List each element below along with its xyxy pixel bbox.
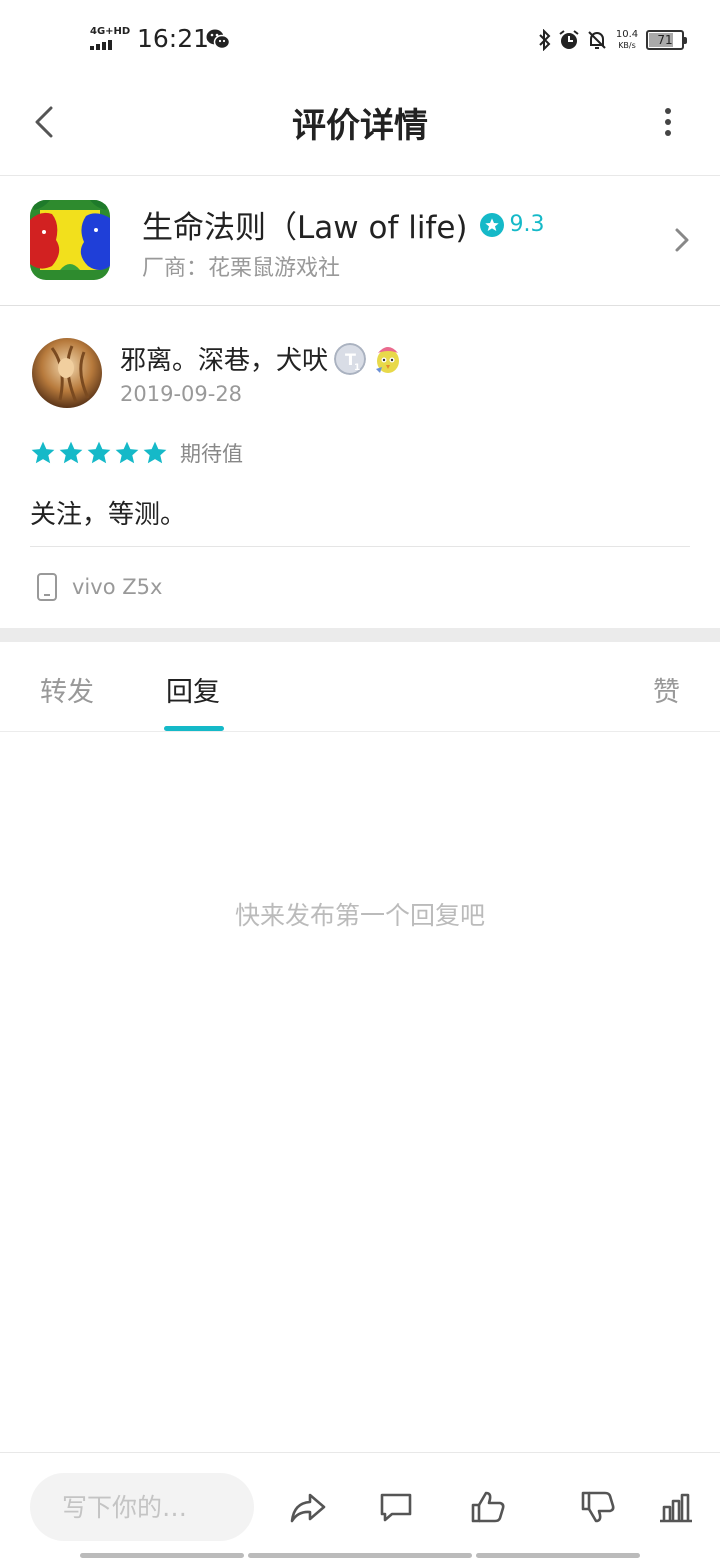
star-icon	[143, 441, 167, 464]
status-right-icons: 10.4 KB/s 71	[538, 26, 687, 54]
app-icon[interactable]	[30, 200, 110, 280]
level-badge-icon: T 1	[334, 342, 367, 375]
star-icon	[59, 441, 83, 464]
review-text: 关注，等测。	[30, 500, 187, 530]
top-app-bar: 评价详情	[0, 80, 720, 176]
svg-text:1: 1	[354, 363, 360, 373]
rating-label: 期待值	[180, 442, 243, 466]
thumbs-down-icon[interactable]	[578, 1487, 618, 1527]
app-name: 生命法则（Law of life)	[142, 210, 468, 246]
active-tab-indicator	[164, 726, 224, 731]
share-icon[interactable]	[288, 1487, 328, 1527]
tab-reply[interactable]: 回复	[166, 670, 220, 709]
reply-input[interactable]	[30, 1473, 254, 1541]
status-time: 16:21	[137, 24, 210, 53]
battery-level: 71	[657, 33, 673, 47]
more-options-button[interactable]	[656, 104, 680, 140]
more-vertical-icon	[665, 108, 671, 114]
thumbs-up-icon[interactable]	[468, 1487, 508, 1527]
device-name: vivo Z5x	[72, 575, 163, 599]
bluetooth-icon	[539, 29, 551, 51]
review-card: 邪离。深巷，犬吠 T 1 2019-09-28 期待值 关注，等测。 vivo …	[0, 306, 720, 628]
speed-unit: KB/s	[618, 41, 636, 50]
rating-row: 期待值	[30, 438, 243, 468]
battery-icon: 71	[646, 30, 687, 50]
device-row: vivo Z5x	[36, 572, 162, 602]
star-icon	[87, 441, 111, 464]
page-title: 评价详情	[292, 106, 428, 146]
chevron-right-icon	[675, 228, 689, 252]
section-divider	[0, 628, 720, 642]
phone-icon	[37, 573, 57, 601]
speed-value: 10.4	[615, 29, 639, 40]
divider	[30, 546, 690, 547]
comment-icon[interactable]	[376, 1487, 416, 1527]
app-vendor: 厂商：花栗鼠游戏社	[142, 256, 341, 281]
wechat-icon	[206, 29, 230, 50]
star-rating	[30, 440, 170, 466]
app-title-row: 生命法则（Law of life) 9.3	[142, 202, 545, 247]
bar-chart-icon[interactable]	[656, 1487, 696, 1527]
user-row: 邪离。深巷，犬吠 T 1	[120, 340, 404, 377]
nav-gesture-bar	[248, 1553, 472, 1558]
tab-bar: 转发 回复 赞	[0, 642, 720, 732]
empty-replies-message: 快来发布第一个回复吧	[234, 901, 485, 930]
tab-forward[interactable]: 转发	[40, 670, 94, 709]
nav-gesture-bar	[476, 1553, 640, 1558]
tab-like[interactable]: 赞	[653, 670, 680, 709]
nav-gesture-bar	[80, 1553, 244, 1558]
status-bar: 4G+HD 16:21 10.4 KB/s 71	[0, 0, 720, 80]
avatar[interactable]	[32, 338, 102, 408]
alarm-icon	[559, 30, 579, 49]
network-type: 4G+HD	[90, 26, 131, 37]
network-speed: 10.4 KB/s	[614, 29, 640, 51]
star-icon	[115, 441, 139, 464]
app-score: 9.3	[509, 212, 545, 237]
signal-icon: 4G+HD	[90, 26, 132, 54]
app-info-card[interactable]: 生命法则（Law of life) 9.3 厂商：花栗鼠游戏社	[0, 176, 720, 306]
review-date: 2019-09-28	[120, 382, 243, 406]
star-icon	[31, 441, 55, 464]
bottom-action-bar	[0, 1452, 720, 1560]
mute-bell-icon	[588, 31, 606, 49]
star-badge-icon	[479, 212, 504, 237]
bird-badge-icon	[376, 346, 400, 373]
user-name[interactable]: 邪离。深巷，犬吠	[120, 340, 328, 377]
